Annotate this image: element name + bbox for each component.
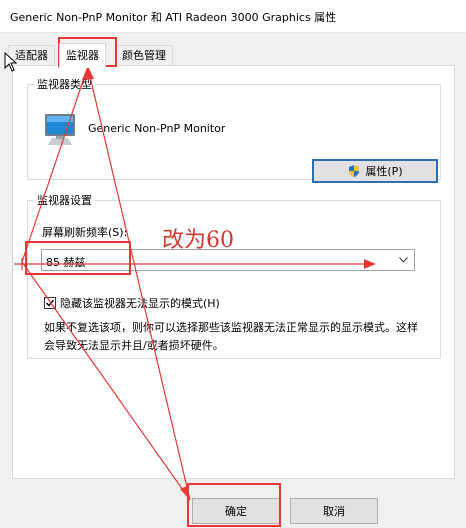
mouse-cursor-icon <box>4 52 18 72</box>
warning-description: 如果不复选该项，则你可以选择那些该监视器无法正常显示的显示模式。这样会导致无法显… <box>44 321 418 352</box>
annotation-text: 改为60 <box>162 228 234 253</box>
monitor-settings-group: 监视器设置 屏幕刷新频率(S): 85 赫兹 隐藏该监视器无法显示的模式(H) … <box>27 192 441 359</box>
chevron-down-icon <box>399 257 408 263</box>
monitor-type-group: 监视器类型 Generic Non-PnP Monitor 属性(P) <box>27 76 441 183</box>
tab-monitor-label: 监视器 <box>66 49 99 62</box>
title-bar: Generic Non-PnP Monitor 和 ATI Radeon 300… <box>0 0 466 33</box>
tab-color-management-label: 颜色管理 <box>122 49 166 62</box>
ok-button[interactable]: 确定 <box>192 498 280 524</box>
tab-color-management[interactable]: 颜色管理 <box>115 45 173 66</box>
monitor-icon <box>45 114 75 145</box>
refresh-rate-value: 85 赫兹 <box>46 256 86 269</box>
cancel-button-label: 取消 <box>323 505 345 518</box>
hide-modes-label: 隐藏该监视器无法显示的模式(H) <box>60 297 220 310</box>
monitor-settings-legend: 监视器设置 <box>37 194 92 207</box>
hide-modes-row[interactable]: 隐藏该监视器无法显示的模式(H) <box>44 295 220 311</box>
tab-monitor[interactable]: 监视器 <box>59 43 106 68</box>
cancel-button[interactable]: 取消 <box>290 498 378 524</box>
properties-button[interactable]: 属性(P) <box>312 159 438 183</box>
refresh-rate-label: 屏幕刷新频率(S): <box>42 226 128 239</box>
hide-modes-checkbox[interactable] <box>44 297 56 309</box>
monitor-type-legend: 监视器类型 <box>37 78 92 91</box>
checkmark-icon <box>45 299 55 307</box>
monitor-tab-panel: 监视器类型 Generic Non-PnP Monitor 属性(P) 监视器设… <box>12 65 455 479</box>
properties-button-label: 属性(P) <box>365 165 403 178</box>
uac-shield-icon <box>349 165 360 177</box>
monitor-name: Generic Non-PnP Monitor <box>88 122 226 135</box>
window-title: Generic Non-PnP Monitor 和 ATI Radeon 300… <box>10 11 337 24</box>
ok-button-label: 确定 <box>225 505 247 518</box>
